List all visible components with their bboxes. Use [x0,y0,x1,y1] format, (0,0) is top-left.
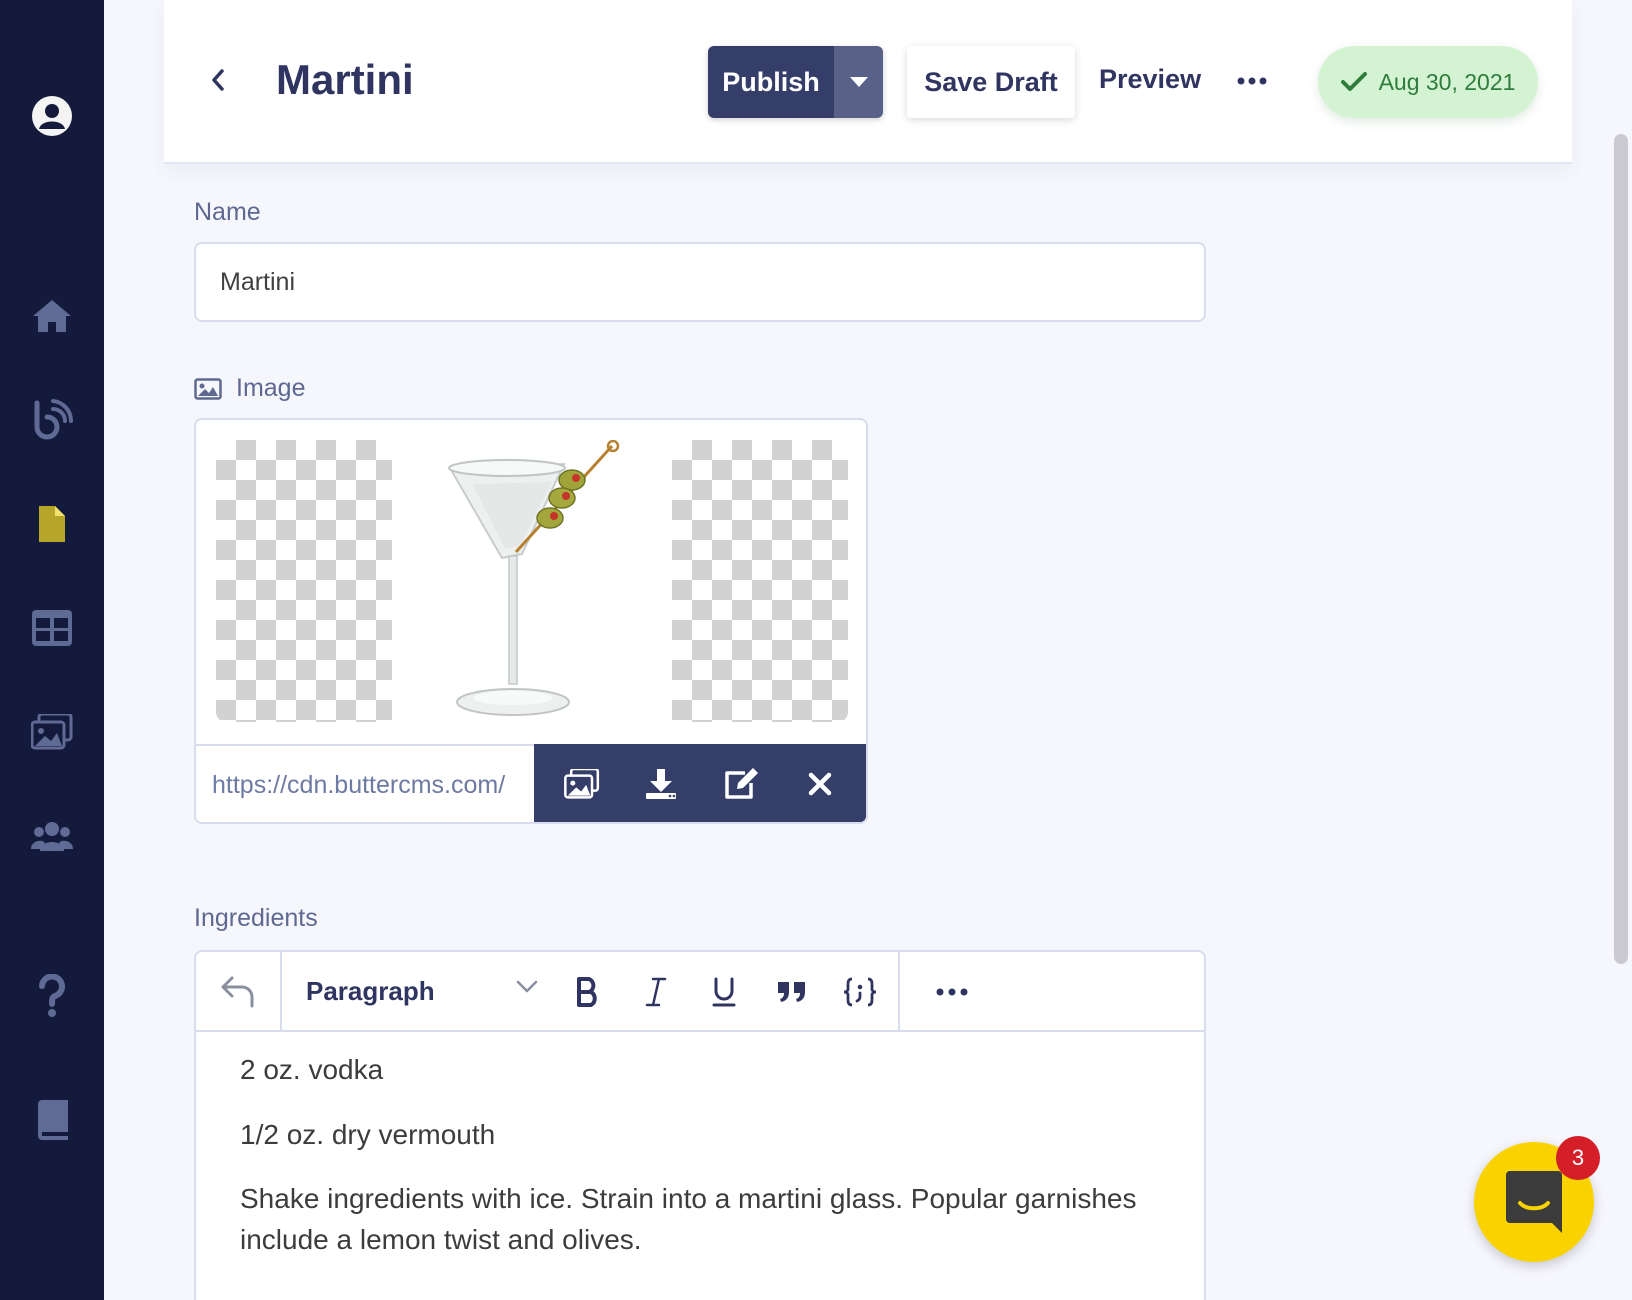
close-icon [809,772,832,796]
ellipsis-icon [1237,77,1267,85]
undo-button[interactable] [196,952,282,1030]
media-library-icon [563,769,599,799]
sidebar [0,0,104,1300]
image-toolbar [534,744,866,822]
editor-content[interactable]: 2 oz. vodka 1/2 oz. dry vermouth Shake i… [240,1050,1140,1284]
scrollbar[interactable] [1610,0,1632,1300]
remove-image-button[interactable] [792,756,848,812]
ellipsis-icon [936,988,968,996]
edit-icon [725,768,758,799]
status-date: Aug 30, 2021 [1378,68,1516,95]
media-library-button[interactable] [554,756,610,812]
preview-button[interactable]: Preview [1099,64,1201,95]
page-title: Martini [276,56,414,103]
bold-icon [577,977,597,1007]
more-options-button[interactable] [1232,66,1272,96]
page-header: Martini Publish Save Draft Preview Aug 3… [164,0,1572,164]
toolbar-divider [898,952,900,1030]
editor-toolbar: Paragraph [196,952,1204,1032]
blog-icon[interactable] [22,390,82,450]
help-icon[interactable] [22,966,82,1026]
bold-button[interactable] [562,966,614,1018]
name-label: Name [194,198,261,226]
publish-options-button[interactable] [834,46,883,118]
chevron-left-icon [212,69,224,91]
italic-button[interactable] [630,966,682,1018]
transparency-checker-right [672,440,848,722]
quote-icon [778,982,805,1002]
save-draft-button[interactable]: Save Draft [907,46,1075,118]
image-label-row: Image [194,374,305,403]
italic-icon [645,977,667,1007]
book-icon[interactable] [22,1090,82,1150]
status-badge: Aug 30, 2021 [1318,46,1538,118]
caret-down-icon [849,77,868,87]
image-url-input[interactable]: https://cdn.buttercms.com/ [196,744,534,822]
martini-glass-image [392,440,672,722]
image-preview[interactable] [216,440,848,722]
users-icon[interactable] [22,806,82,866]
underline-icon [712,977,736,1007]
blockquote-button[interactable] [766,966,818,1018]
publish-button-group: Publish [708,46,883,118]
underline-button[interactable] [698,966,750,1018]
grid-icon[interactable] [22,598,82,658]
download-button[interactable] [633,756,689,812]
publish-button[interactable]: Publish [708,46,834,118]
name-field[interactable]: Martini [194,242,1206,322]
format-select[interactable]: Paragraph [306,976,435,1007]
more-formatting-button[interactable] [926,966,978,1018]
media-icon[interactable] [22,702,82,762]
avatar-icon[interactable] [22,86,82,146]
transparency-checker-left [216,440,392,722]
scrollbar-thumb[interactable] [1614,134,1628,964]
paragraph: Shake ingredients with ice. Strain into … [240,1183,1137,1255]
page-icon[interactable] [22,494,82,554]
check-icon [1340,72,1367,91]
back-button[interactable] [200,62,236,98]
image-icon [194,377,222,400]
chevron-down-icon[interactable] [516,980,538,994]
image-label: Image [236,374,306,402]
paragraph: 2 oz. vodka [240,1054,384,1085]
image-field: https://cdn.buttercms.com/ [194,418,868,824]
ingredients-editor: Paragraph 2 oz. vodka 1/2 oz. dry vermou… [194,950,1206,1300]
home-icon[interactable] [22,286,82,346]
ingredients-label: Ingredients [194,904,318,932]
code-icon [843,977,877,1007]
paragraph: 1/2 oz. dry vermouth [240,1118,496,1150]
download-icon [646,769,677,799]
undo-icon [221,976,254,1008]
chat-icon [1506,1171,1562,1233]
edit-image-button[interactable] [713,756,769,812]
notification-badge: 3 [1556,1136,1600,1180]
code-button[interactable] [834,966,886,1018]
